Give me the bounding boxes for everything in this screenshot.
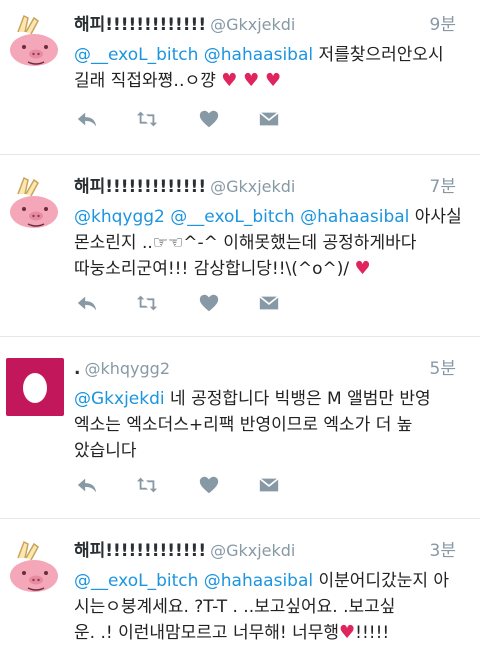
tweet-text: @__exoL_bitch @hahaasibal 이분어디갔눈지 아 시는ㅇ붕… [74,568,472,646]
text-line: @Gkxjekdi 네 공정합니다 빅뱅은 M 앨범만 반영 [74,386,472,412]
display-name[interactable]: 해피!!!!!!!!!!!!! [74,541,206,561]
user-handle[interactable]: @Gkxjekdi [210,541,295,560]
text-line: 길래 직접와쪙‥ㅇ꺙 ♥ ♥ ♥ [74,68,472,94]
text-span: 몬소린지 ..☞☜^-^ 이해못했는데 공정하게바다 [74,233,417,253]
mention-link[interactable]: @__exoL_bitch [170,207,294,227]
reply-icon[interactable] [76,474,100,498]
reply-icon[interactable] [76,292,100,316]
tweet-time[interactable]: 3분 [430,538,456,564]
text-span: 운. .! 이런내맘모르고 너무해! 너무행 [74,623,340,643]
mention-link[interactable]: @__exoL_bitch [74,571,198,591]
text-span: 아사실 [409,207,462,227]
message-icon[interactable] [258,108,282,132]
user-handle[interactable]: @Gkxjekdi [210,177,295,196]
tweet-time[interactable]: 5분 [430,356,456,382]
text-line: 시는ㅇ붕계세요. ?T-T . ..보고싶어요. .보고싶 [74,594,472,620]
tweet-text: @__exoL_bitch @hahaasibal 저를찾으러안오시 길래 직접… [74,42,472,94]
tweet[interactable]: . @khqygg2 5분 @Gkxjekdi 네 공정합니다 빅뱅은 M 앨범만… [0,336,480,519]
message-icon[interactable] [258,474,282,498]
text-span: !!!!! [355,623,390,643]
tweet-text: @khqygg2 @__exoL_bitch @hahaasibal 아사실 몬… [74,204,472,282]
mention-link[interactable]: @__exoL_bitch [74,45,198,65]
like-icon[interactable] [198,108,222,132]
text-line: 았습니다 [74,438,472,464]
retweet-icon[interactable] [136,108,160,132]
avatar[interactable] [6,14,64,72]
tweet-header: . @khqygg2 [74,356,472,382]
user-handle[interactable]: @Gkxjekdi [210,15,295,34]
tweet-actions [74,108,374,132]
mention-link[interactable]: @khqygg2 [74,207,165,227]
text-line: @__exoL_bitch @hahaasibal 이분어디갔눈지 아 [74,568,472,594]
avatar[interactable] [6,176,64,234]
tweet-actions [74,292,374,316]
text-line: @__exoL_bitch @hahaasibal 저를찾으러안오시 [74,42,472,68]
reply-icon[interactable] [76,108,100,132]
text-span: 따눙소리군여!!! 감상합니당!!\(^o^)/ [74,259,355,279]
text-span: 이분어디갔눈지 아 [313,571,450,591]
user-handle[interactable]: @khqygg2 [84,359,170,378]
tweet-text: @Gkxjekdi 네 공정합니다 빅뱅은 M 앨범만 반영 엑소는 엑소더스+… [74,386,472,464]
egg-avatar-icon [23,373,47,403]
heart-emoji: ♥ ♥ ♥ [221,70,282,91]
mention-link[interactable]: @hahaasibal [204,45,313,65]
heart-emoji: ♥ [354,258,371,279]
heart-emoji: ♥ [339,622,356,643]
tweet-feed: 해피!!!!!!!!!!!!! @Gkxjekdi 9분 @__exoL_bitc… [0,0,480,650]
text-line: 엑소는 엑소더스+리팩 반영이므로 엑소가 더 높 [74,412,472,438]
text-line: 몬소린지 ..☞☜^-^ 이해못했는데 공정하게바다 [74,230,472,256]
message-icon[interactable] [258,292,282,316]
pig-avatar-icon [6,540,64,598]
display-name[interactable]: . [74,359,80,379]
tweet-time[interactable]: 9분 [430,12,456,38]
text-span: 길래 직접와쪙‥ㅇ꺙 [74,71,222,91]
mention-link[interactable]: @Gkxjekdi [74,389,165,409]
text-span: 엑소는 엑소더스+리팩 반영이므로 엑소가 더 높 [74,415,413,435]
tweet[interactable]: 해피!!!!!!!!!!!!! @Gkxjekdi 3분 @__exoL_bitc… [0,518,480,650]
text-line: 운. .! 이런내맘모르고 너무해! 너무행♥!!!!! [74,620,472,646]
like-icon[interactable] [198,292,222,316]
avatar[interactable] [6,358,64,416]
tweet-header: 해피!!!!!!!!!!!!! @Gkxjekdi [74,174,472,200]
tweet-time[interactable]: 7분 [430,174,456,200]
text-line: @khqygg2 @__exoL_bitch @hahaasibal 아사실 [74,204,472,230]
tweet[interactable]: 해피!!!!!!!!!!!!! @Gkxjekdi 7분 @khqygg2 @__… [0,154,480,337]
tweet-header: 해피!!!!!!!!!!!!! @Gkxjekdi [74,12,472,38]
text-span: 았습니다 [74,441,137,461]
tweet[interactable]: 해피!!!!!!!!!!!!! @Gkxjekdi 9분 @__exoL_bitc… [0,0,480,155]
text-line: 따눙소리군여!!! 감상합니당!!\(^o^)/ ♥ [74,256,472,282]
mention-link[interactable]: @hahaasibal [204,571,313,591]
text-span: 저를찾으러안오시 [313,45,444,65]
text-span: 네 공정합니다 빅뱅은 M 앨범만 반영 [164,389,431,409]
display-name[interactable]: 해피!!!!!!!!!!!!! [74,177,206,197]
mention-link[interactable]: @hahaasibal [300,207,409,227]
avatar[interactable] [6,540,64,598]
tweet-actions [74,474,374,498]
pig-avatar-icon [6,176,64,234]
display-name[interactable]: 해피!!!!!!!!!!!!! [74,15,206,35]
like-icon[interactable] [198,474,222,498]
pig-avatar-icon [6,14,64,72]
retweet-icon[interactable] [136,292,160,316]
tweet-header: 해피!!!!!!!!!!!!! @Gkxjekdi [74,538,472,564]
text-span: 시는ㅇ붕계세요. ?T-T . ..보고싶어요. .보고싶 [74,597,396,617]
retweet-icon[interactable] [136,474,160,498]
